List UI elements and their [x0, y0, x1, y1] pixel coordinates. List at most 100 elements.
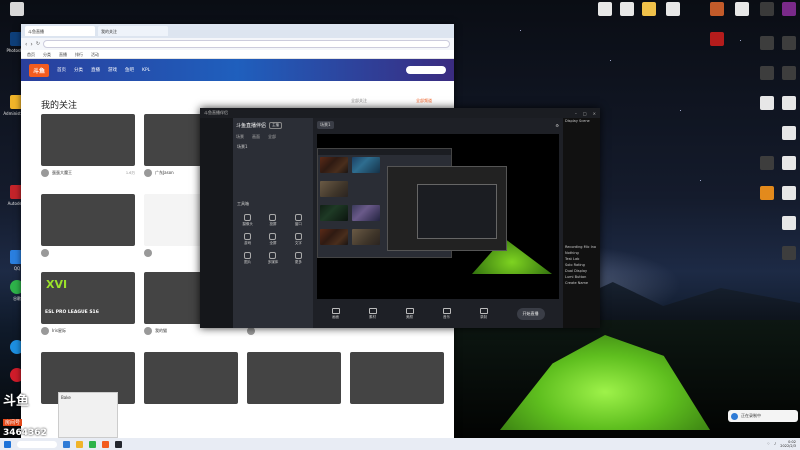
douyu-icon[interactable] — [102, 440, 109, 448]
desktop-icon[interactable] — [772, 96, 800, 112]
url-field[interactable] — [43, 40, 450, 48]
watermark-label: 房间号 — [3, 419, 23, 426]
site-nav-item[interactable]: 鱼吧 — [125, 67, 134, 73]
window-title: 斗鱼直播伴侣 — [204, 110, 228, 115]
stream-thumbnail[interactable] — [144, 352, 238, 404]
streamer-name[interactable]: 我的猫 — [155, 328, 215, 334]
desktop-icon[interactable] — [656, 2, 690, 18]
close-icon[interactable]: × — [593, 111, 596, 116]
panel-tab[interactable]: 场景 — [236, 134, 244, 140]
stream-card[interactable]: 蛋蛋大魔王 1.6万 — [41, 114, 135, 177]
clock[interactable]: 0:02 2022/2/3 — [780, 440, 796, 448]
stream-thumbnail[interactable]: XVI ESL PRO LEAGUE S16 — [41, 272, 135, 324]
desktop-icon[interactable] — [772, 36, 800, 52]
bottom-button[interactable]: 录制 — [479, 308, 488, 320]
taskbar-search[interactable] — [17, 440, 57, 448]
stream-card[interactable] — [350, 352, 444, 404]
bookmark-item[interactable]: 排行 — [75, 52, 83, 57]
avatar[interactable] — [247, 327, 255, 335]
streamer-name[interactable]: Iris星际 — [52, 328, 112, 334]
desktop-icon[interactable] — [0, 2, 34, 18]
site-nav-item[interactable]: 首页 — [57, 67, 66, 73]
bottom-button[interactable]: 音乐 — [442, 308, 451, 320]
tool-cast[interactable]: 投屏 — [261, 214, 284, 227]
desktop-icon[interactable] — [772, 246, 800, 262]
desktop-icon[interactable] — [772, 216, 800, 232]
all-follow-link[interactable]: 全部关注 — [351, 98, 367, 104]
stream-thumbnail[interactable] — [41, 114, 135, 166]
refresh-icon[interactable]: ↻ — [36, 41, 40, 47]
bottom-button[interactable]: 画面 — [331, 308, 340, 320]
stream-card[interactable] — [41, 194, 135, 257]
bottom-button[interactable]: 素材 — [368, 308, 377, 320]
settings-icon[interactable]: ⚙ — [555, 123, 559, 128]
back-icon[interactable]: ‹ — [25, 41, 27, 48]
avatar[interactable] — [41, 249, 49, 257]
browser-tab[interactable]: 我的关注 — [98, 26, 168, 36]
desktop-icon[interactable] — [700, 32, 734, 48]
site-nav-item[interactable]: 直播 — [91, 67, 100, 73]
streamer-name[interactable]: 蛋蛋大魔王 — [52, 170, 112, 176]
tool-fullscreen[interactable]: 全屏 — [261, 233, 284, 246]
site-search-input[interactable] — [406, 66, 446, 74]
scene-row[interactable]: 场景1 — [233, 141, 313, 153]
start-icon[interactable] — [4, 440, 11, 448]
app-icon[interactable] — [89, 440, 96, 448]
desktop-icon[interactable] — [772, 186, 800, 202]
stream-card[interactable] — [144, 352, 238, 404]
site-nav-item[interactable]: 分类 — [74, 67, 83, 73]
stream-thumbnail[interactable] — [350, 352, 444, 404]
browser-tab[interactable]: 斗鱼直播 — [25, 26, 95, 36]
tool-camera[interactable]: 摄像头 — [236, 214, 259, 227]
bottom-button[interactable]: 美颜 — [405, 308, 414, 320]
volume-icon[interactable]: ♪ — [774, 442, 776, 446]
bookmark-item[interactable]: 分类 — [43, 52, 51, 57]
tool-window[interactable]: 窗口 — [287, 214, 310, 227]
stream-thumbnail[interactable] — [247, 352, 341, 404]
desktop-icon[interactable] — [772, 126, 800, 142]
desktop-icon[interactable] — [772, 66, 800, 82]
all-channel-link[interactable]: 全部频道 — [416, 98, 432, 104]
stream-card[interactable] — [247, 352, 341, 404]
tool-label: 全屏 — [269, 241, 277, 245]
panel-tab[interactable]: 画面 — [252, 134, 260, 140]
bookmark-item[interactable]: 活动 — [91, 52, 99, 57]
file-icon — [666, 2, 680, 16]
site-nav-item[interactable]: 游戏 — [108, 67, 117, 73]
stream-thumbnail[interactable] — [41, 194, 135, 246]
watermark-logo: 斗鱼 — [3, 394, 30, 409]
stream-tool-icon[interactable] — [115, 440, 122, 448]
folder-icon[interactable] — [76, 440, 83, 448]
stream-tool-window[interactable]: 斗鱼直播伴侣 – □ × 斗鱼直播伴侣 主播 场景 画面 全部 场景1 工具箱 摄… — [200, 108, 600, 328]
scene-tab[interactable]: 场景1 — [317, 121, 334, 129]
danmaku-box[interactable]: Bake — [58, 392, 118, 438]
panel-tab[interactable]: 全部 — [268, 134, 276, 140]
stream-preview[interactable] — [317, 134, 559, 299]
avatar[interactable] — [41, 327, 49, 335]
minimize-icon[interactable]: – — [575, 111, 577, 116]
notification-toast[interactable]: 正在录制中 — [728, 410, 798, 422]
edge-icon[interactable] — [63, 440, 70, 448]
tool-more[interactable]: 更多 — [287, 252, 310, 265]
maximize-icon[interactable]: □ — [583, 111, 587, 116]
site-logo[interactable]: 斗鱼 — [29, 63, 50, 77]
avatar[interactable] — [41, 169, 49, 177]
stream-card[interactable]: XVI ESL PRO LEAGUE S16 Iris星际 — [41, 272, 135, 335]
text-icon — [294, 233, 302, 240]
avatar[interactable] — [144, 249, 152, 257]
wifi-icon[interactable]: ⌔ — [767, 442, 770, 447]
avatar[interactable] — [144, 169, 152, 177]
desktop-icon[interactable] — [772, 156, 800, 172]
start-live-button[interactable]: 开始直播 — [516, 308, 545, 320]
forward-icon[interactable]: › — [30, 41, 32, 48]
tool-image[interactable]: 图片 — [236, 252, 259, 265]
app-icon — [782, 246, 796, 260]
desktop-icon[interactable] — [772, 2, 800, 18]
bookmark-item[interactable]: 直播 — [59, 52, 67, 57]
avatar[interactable] — [144, 327, 152, 335]
tool-media[interactable]: 多媒体 — [261, 252, 284, 265]
tool-text[interactable]: 文字 — [287, 233, 310, 246]
tool-game[interactable]: 游戏 — [236, 233, 259, 246]
site-nav-item[interactable]: KPL — [142, 68, 150, 73]
bookmark-item[interactable]: 首页 — [27, 52, 35, 57]
